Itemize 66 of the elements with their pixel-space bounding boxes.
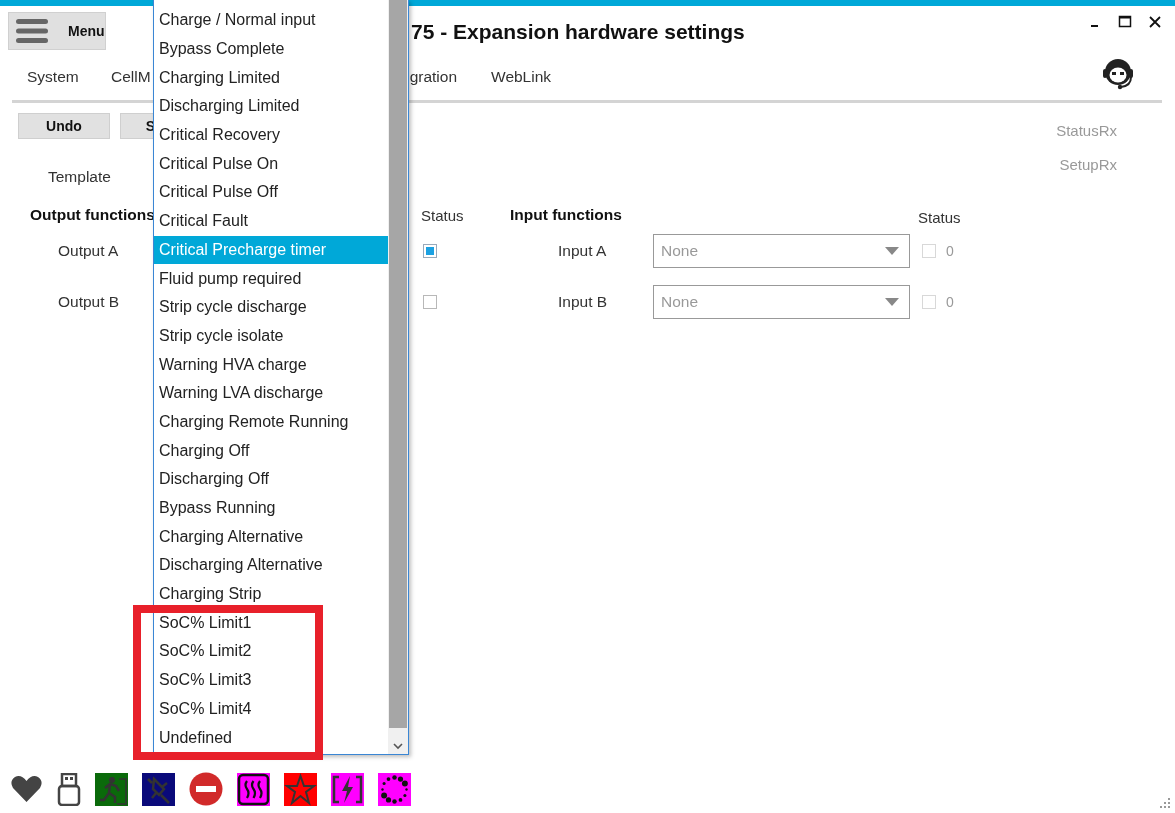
list-option[interactable]: SoC% Limit1 — [154, 608, 388, 638]
usb-drive-icon — [57, 772, 81, 806]
hamburger-icon — [16, 18, 48, 44]
list-option[interactable]: Critical Fault — [154, 206, 388, 236]
section-heading: Input functions — [510, 206, 622, 223]
template-label: Template — [48, 168, 112, 186]
list-option[interactable]: Strip cycle discharge — [154, 292, 388, 322]
list-option[interactable]: Fluid pump required — [154, 264, 388, 293]
button[interactable]: Undo — [18, 113, 110, 139]
section-heading: Output functions — [30, 206, 155, 223]
list-option[interactable]: Critical Recovery — [154, 120, 388, 150]
window-title: 75 - Expansion hardware settings — [411, 20, 745, 44]
list-option[interactable]: Bypass Complete — [154, 34, 388, 64]
caret-icon — [885, 246, 899, 255]
heater-icon — [237, 772, 270, 806]
maximize-icon[interactable] — [1117, 14, 1133, 30]
checkbox[interactable] — [423, 243, 437, 258]
resize-grip-icon[interactable] — [1159, 797, 1171, 809]
lightning-icon — [331, 772, 364, 806]
checkbox[interactable] — [922, 243, 936, 258]
checkbox[interactable] — [922, 294, 936, 309]
count-label: 0 — [946, 293, 954, 310]
input-label: Input A — [558, 241, 607, 259]
list-option[interactable]: Warning HVA charge — [154, 350, 388, 379]
tab[interactable]: WebLink — [491, 68, 552, 86]
list-option[interactable]: Critical Pulse Off — [154, 178, 388, 207]
list-option[interactable]: Discharging Alternative — [154, 551, 388, 580]
list-option[interactable]: Strip cycle isolate — [154, 321, 388, 351]
running-person-icon — [95, 772, 128, 806]
list-option[interactable]: Warning LVA discharge — [154, 378, 388, 408]
list-option[interactable]: Bypass Running — [154, 493, 388, 523]
tab[interactable]: CellM — [111, 68, 151, 86]
list-option[interactable]: Charging Strip — [154, 579, 388, 609]
count-label: 0 — [946, 242, 954, 259]
list-option[interactable]: Undefined — [154, 723, 388, 752]
list-option[interactable]: Discharging Off — [154, 465, 388, 494]
column-heading: Status — [918, 208, 961, 226]
indicator-label: SetupRx — [1059, 156, 1117, 173]
output-label: Output A — [58, 241, 119, 259]
checkbox[interactable] — [423, 294, 437, 309]
star-icon — [284, 772, 317, 806]
list-option[interactable]: SoC% Limit3 — [154, 665, 388, 695]
support-headset-icon[interactable] — [1101, 56, 1135, 90]
list-option[interactable]: Charge / Normal input — [154, 6, 388, 35]
no-entry-icon — [189, 772, 223, 806]
input-label: Input B — [558, 292, 608, 310]
column-heading: Status — [421, 206, 464, 224]
list-option[interactable]: Charging Remote Running — [154, 407, 388, 437]
scrollbar[interactable] — [388, 0, 408, 754]
loading-dots-icon — [378, 772, 411, 806]
caret-icon — [885, 297, 899, 306]
output-label: Output B — [58, 292, 120, 310]
list-option[interactable]: Charging Off — [154, 436, 388, 465]
list-option[interactable]: SoC% Limit4 — [154, 694, 388, 724]
list-option[interactable]: Discharging Limited — [154, 92, 388, 121]
indicator-label: StatusRx — [1056, 122, 1117, 139]
close-icon[interactable] — [1147, 14, 1163, 30]
tab[interactable]: gration — [409, 68, 458, 86]
list-option[interactable]: SoC% Limit2 — [154, 637, 388, 666]
list-option[interactable]: Charging Alternative — [154, 522, 388, 552]
unplugged-icon — [142, 772, 175, 806]
tab[interactable]: System — [27, 68, 111, 86]
list-option[interactable]: Critical Pulse On — [154, 149, 388, 179]
chevron-down-icon[interactable] — [393, 743, 403, 750]
list-option[interactable]: Charging Limited — [154, 63, 388, 93]
menu-button[interactable]: Menu — [8, 12, 106, 50]
